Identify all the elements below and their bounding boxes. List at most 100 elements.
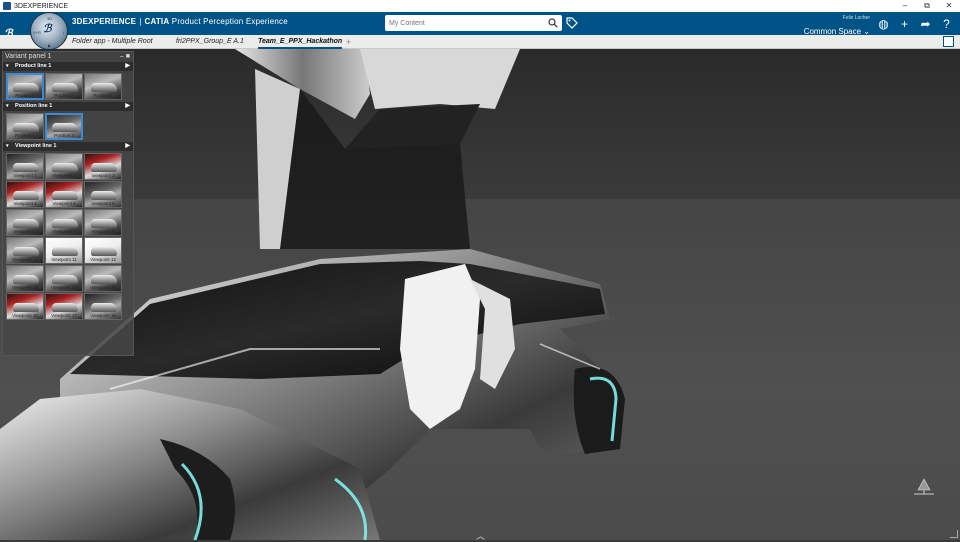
position-thumbnail[interactable]: Position 1 — [6, 113, 44, 140]
viewpoint-thumbnail[interactable]: Viewpoint 6 — [84, 181, 122, 208]
viewpoint-thumbnail[interactable]: Viewpoint 10 — [6, 237, 44, 264]
viewpoint-thumbnail[interactable]: Viewpoint 1 — [6, 153, 44, 180]
product-thumbnail[interactable]: Product 3 — [45, 73, 83, 100]
compass-south[interactable]: ▶ — [48, 43, 51, 48]
play-arrow-icon[interactable]: ▶ — [125, 62, 130, 71]
viewpoint-thumbnail[interactable]: Viewpoint 2 — [45, 153, 83, 180]
viewpoint-line-header[interactable]: ▾ Viewpoint line 1 ▶ — [3, 142, 133, 151]
panel-controls: – ■ — [120, 52, 130, 62]
viewpoint-thumbnail[interactable]: Viewpoint 14 — [45, 265, 83, 292]
viewpoint-thumbnail[interactable]: Viewpoint 4 — [6, 181, 44, 208]
car-thumbnail-image — [13, 303, 39, 312]
window-title-bar: 3DEXPERIENCE – ⧉ ✕ — [0, 0, 960, 12]
add-tab-button[interactable]: + — [346, 35, 351, 49]
thumbnail-label: Viewpoint 2 — [46, 173, 82, 178]
tab-fri2ppx-group[interactable]: fri2PPX_Group_E A.1 — [176, 35, 244, 49]
thumbnail-label: Viewpoint 18 — [85, 313, 121, 318]
play-arrow-icon[interactable]: ▶ — [125, 142, 130, 151]
car-thumbnail-image — [13, 191, 39, 200]
variant-panel: Variant panel 1 – ■ ▾ Product line 1 ▶ P… — [2, 51, 134, 356]
viewpoint-thumbnail[interactable]: Viewpoint 7 — [6, 209, 44, 236]
compass-widget[interactable]: 3D V+R i ▶ ℬ — [30, 12, 68, 50]
thumbnail-label: Viewpoint 10 — [7, 257, 43, 262]
topbar-actions: ◍ + ➦ ? — [876, 16, 954, 31]
search-icon[interactable] — [548, 18, 558, 28]
thumbnail-label: Product 1 — [85, 93, 121, 98]
tab-folder-app[interactable]: Folder app - Multiple Root — [72, 35, 153, 49]
thumbnail-label: Viewpoint 15 — [85, 285, 121, 290]
restore-button[interactable]: ⧉ — [916, 1, 938, 11]
thumbnail-label: Viewpoint 11 — [46, 257, 82, 262]
panel-close-button[interactable]: ■ — [126, 53, 130, 60]
position-thumbnail[interactable]: Position 2 — [45, 113, 83, 140]
tag-icon[interactable] — [566, 17, 578, 29]
compass-west[interactable]: V+R — [33, 30, 41, 35]
3d-viewport[interactable] — [0, 49, 960, 540]
car-thumbnail-image — [13, 275, 39, 284]
chevron-up-icon[interactable]: ︿ — [476, 529, 485, 542]
viewpoint-thumbnail[interactable]: Viewpoint 9 — [84, 209, 122, 236]
thumbnail-label: Viewpoint 1 — [7, 173, 43, 178]
car-thumbnail-image — [91, 275, 117, 284]
product-thumbnail[interactable]: Product 1 — [84, 73, 122, 100]
collapse-caret-icon[interactable]: ▾ — [6, 62, 9, 71]
thumbnail-label: Viewpoint 5 — [46, 201, 82, 206]
viewpoint-thumbnail[interactable]: Viewpoint 16 — [6, 293, 44, 320]
viewpoint-thumbnail[interactable]: Viewpoint 8 — [45, 209, 83, 236]
play-arrow-icon[interactable]: ▶ — [125, 102, 130, 111]
product-thumbnail[interactable]: Product 2 — [6, 73, 44, 100]
brand-suffix: Product Perception Experience — [172, 17, 288, 26]
thumbnail-label: Viewpoint 14 — [46, 285, 82, 290]
viewpoint-thumbnail[interactable]: Viewpoint 11 — [45, 237, 83, 264]
compass-east[interactable]: i — [63, 30, 64, 35]
profile-icon[interactable]: ◍ — [876, 16, 891, 31]
viewpoint-thumbnail[interactable]: Viewpoint 12 — [84, 237, 122, 264]
tab-team-e-hackathon[interactable]: Team_E_PPX_Hackathon — [258, 35, 342, 49]
viewpoint-thumbnail[interactable]: Viewpoint 3 — [84, 153, 122, 180]
search-box[interactable] — [385, 15, 562, 31]
product-line-thumbnails: Product 2 Product 3 Product 1 — [3, 71, 133, 102]
thumbnail-label: Viewpoint 16 — [7, 313, 43, 318]
thumbnail-label: Position 2 — [46, 133, 82, 138]
car-thumbnail-image — [13, 163, 39, 172]
add-icon[interactable]: + — [897, 16, 912, 31]
product-line-header[interactable]: ▾ Product line 1 ▶ — [3, 62, 133, 71]
thumbnail-label: Product 3 — [46, 93, 82, 98]
collapse-caret-icon[interactable]: ▾ — [6, 102, 9, 111]
position-line-header[interactable]: ▾ Position line 1 ▶ — [3, 102, 133, 111]
minimize-button[interactable]: – — [894, 1, 916, 11]
viewpoint-thumbnail[interactable]: Viewpoint 5 — [45, 181, 83, 208]
resize-grip[interactable] — [950, 530, 958, 538]
window-title: 3DEXPERIENCE — [14, 3, 68, 10]
expand-icon[interactable] — [943, 36, 954, 47]
car-thumbnail-image — [91, 83, 117, 92]
share-icon[interactable]: ➦ — [918, 16, 933, 31]
help-icon[interactable]: ? — [939, 16, 954, 31]
viewpoint-thumbnail[interactable]: Viewpoint 17 — [45, 293, 83, 320]
collapse-caret-icon[interactable]: ▾ — [6, 142, 9, 151]
brand-platform: 3DEXPERIENCE — [72, 17, 136, 26]
car-thumbnail-image — [91, 163, 117, 172]
thumbnail-label: Position 1 — [7, 133, 43, 138]
brand-separator: | — [139, 17, 141, 26]
panel-minimize-button[interactable]: – — [120, 53, 124, 60]
car-thumbnail-image — [52, 275, 78, 284]
close-button[interactable]: ✕ — [938, 1, 960, 11]
viewpoint-thumbnail[interactable]: Viewpoint 13 — [6, 265, 44, 292]
car-thumbnail-image — [91, 191, 117, 200]
car-thumbnail-image — [13, 247, 39, 256]
car-thumbnail-image — [52, 123, 78, 132]
viewpoint-thumbnail[interactable]: Viewpoint 18 — [84, 293, 122, 320]
car-thumbnail-image — [13, 83, 39, 92]
car-thumbnail-image — [91, 303, 117, 312]
product-line-label: Product line 1 — [15, 63, 51, 69]
brand-title: 3DEXPERIENCE|CATIA Product Perception Ex… — [72, 17, 288, 26]
viewpoint-thumbnail[interactable]: Viewpoint 15 — [84, 265, 122, 292]
search-input[interactable] — [389, 20, 539, 27]
position-line-thumbnails: Position 1 Position 2 — [3, 111, 133, 142]
panel-title: Variant panel 1 — [5, 53, 52, 60]
navigation-cube-icon[interactable] — [912, 478, 936, 496]
compass-north[interactable]: 3D — [47, 16, 52, 21]
car-thumbnail-image — [91, 247, 117, 256]
car-thumbnail-image — [52, 247, 78, 256]
